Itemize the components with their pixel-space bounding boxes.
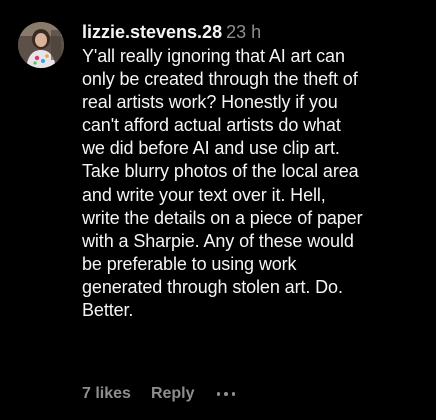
reply-button[interactable]: Reply — [151, 385, 195, 403]
comment-text-line: be preferable to using work — [82, 253, 297, 274]
comment-actions: 7 likes Reply — [82, 385, 236, 403]
more-dot — [231, 392, 236, 396]
comment-text-line: with a Sharpie. Any of these would — [82, 230, 354, 251]
comment-header: lizzie.stevens.28 23 h — [82, 20, 428, 44]
avatar-image — [18, 22, 64, 68]
comment-content: lizzie.stevens.28 23 h Y'all really ignor… — [82, 20, 428, 322]
more-horizontal-icon[interactable] — [216, 386, 236, 402]
comment-text-line: can't afford actual artists do what — [82, 115, 341, 136]
comment-text-line: we did before AI and use clip art. — [82, 138, 340, 159]
comment-text-line: real artists work? Honestly if you — [82, 92, 338, 113]
comment-text-line: and write your text over it. Hell, — [82, 184, 326, 205]
comment-text-line: write the details on a piece of paper — [82, 207, 363, 228]
more-dot — [216, 392, 221, 396]
avatar[interactable] — [18, 22, 64, 68]
comment-text: Y'all really ignoring that AI art can on… — [82, 45, 428, 322]
comment-text-line: Better. — [82, 300, 134, 321]
comment-text-line: Y'all really ignoring that AI art can — [82, 46, 345, 66]
comment-text-line: Take blurry photos of the local area — [82, 161, 359, 182]
likes-count-link[interactable]: 7 likes — [82, 385, 131, 403]
more-dot — [224, 392, 228, 396]
comment-text-line: only be created through the theft of — [82, 69, 358, 90]
timestamp: 23 h — [226, 22, 262, 42]
comment: lizzie.stevens.28 23 h Y'all really ignor… — [0, 0, 436, 420]
username-link[interactable]: lizzie.stevens.28 — [82, 22, 222, 42]
comment-text-line: generated through stolen art. Do. — [82, 276, 343, 297]
